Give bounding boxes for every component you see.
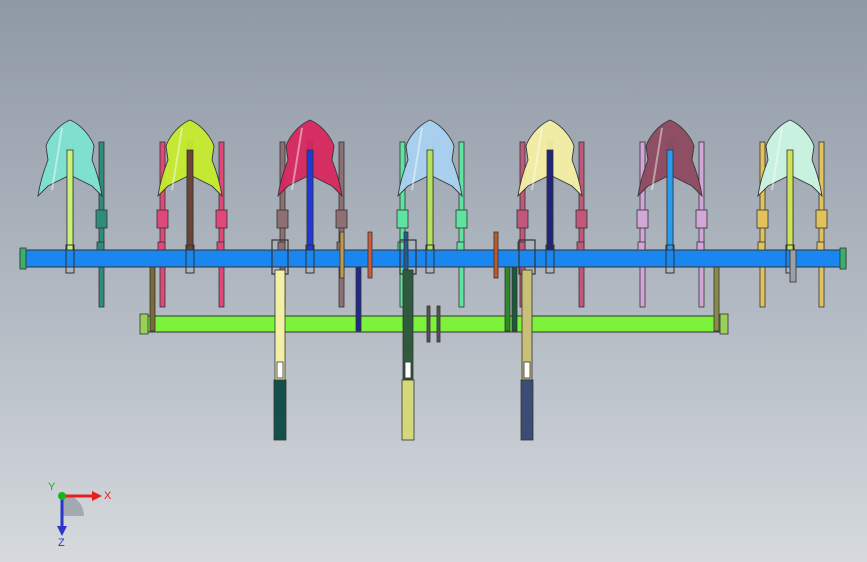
gauge-wheel-3[interactable] (520, 379, 534, 441)
rear-tine-bracket-3[interactable] (276, 209, 289, 229)
shovel-stem-front-1[interactable] (66, 149, 74, 261)
link-pin-right[interactable] (436, 305, 441, 343)
depth-rod-1[interactable] (339, 231, 345, 279)
x-axis-label: X (104, 490, 112, 502)
shovel-stem-front-4[interactable] (426, 149, 434, 261)
gauge-wheel-1[interactable] (273, 379, 287, 441)
rear-tine-bracket-5[interactable] (516, 209, 529, 229)
front-tine-bracket-3[interactable] (335, 209, 348, 229)
front-tine-clamp-1[interactable] (96, 241, 105, 251)
rear-tine-clamp-2[interactable] (157, 241, 166, 251)
front-tine-clamp-4[interactable] (456, 241, 465, 251)
front-tine-clamp-7[interactable] (816, 241, 825, 251)
shovel-stem-front-5[interactable] (546, 149, 554, 261)
y-axis-label: Y (48, 481, 56, 493)
z-axis-arrow-icon (57, 526, 67, 536)
frame-strut-4[interactable] (511, 264, 518, 332)
gauge-wheel-2[interactable] (401, 379, 415, 441)
rear-tine-bracket-7[interactable] (756, 209, 769, 229)
z-axis-label: Z (58, 537, 65, 548)
front-tine-clamp-6[interactable] (696, 241, 705, 251)
shovel-stem-front-6[interactable] (666, 149, 674, 261)
link-pin-left[interactable] (426, 305, 431, 343)
depth-rod-2[interactable] (367, 231, 373, 279)
rear-tine-bracket-2[interactable] (156, 209, 169, 229)
cultivator-assembly-view[interactable] (0, 0, 867, 562)
shovel-stem-front-7[interactable] (786, 149, 794, 261)
beam-end-bolt[interactable] (789, 249, 797, 283)
front-tine-clamp-2[interactable] (216, 241, 225, 251)
shovel-stem-front-2[interactable] (186, 149, 194, 261)
lower-frame-bar[interactable] (142, 315, 726, 333)
depth-rod-3[interactable] (493, 231, 499, 279)
rear-tine-clamp-7[interactable] (757, 241, 766, 251)
y-axis-dot-icon (58, 492, 66, 500)
gauge-wheel-arm-joint-1[interactable] (276, 361, 284, 379)
main-frame-beam[interactable] (19, 249, 847, 268)
rear-tine-bracket-4[interactable] (396, 209, 409, 229)
rear-tine-bracket-6[interactable] (636, 209, 649, 229)
front-tine-bracket-7[interactable] (815, 209, 828, 229)
orientation-triad: X Z Y (48, 481, 112, 548)
front-tine-bracket-5[interactable] (575, 209, 588, 229)
front-tine-clamp-5[interactable] (576, 241, 585, 251)
lower-frame-bar-end-left[interactable] (139, 313, 149, 335)
main-beam-end-cap-right[interactable] (839, 247, 847, 270)
front-tine-bracket-2[interactable] (215, 209, 228, 229)
gauge-wheel-arm-joint-3[interactable] (523, 361, 531, 379)
main-beam-end-cap-left[interactable] (19, 247, 27, 270)
x-axis-arrow-icon (92, 491, 102, 501)
shovel-stem-front-3[interactable] (306, 149, 314, 261)
gauge-wheel-arm-joint-2[interactable] (404, 361, 412, 379)
rear-tine-clamp-6[interactable] (637, 241, 646, 251)
cad-viewport[interactable]: X Z Y (0, 0, 867, 562)
lower-frame-bar-end-right[interactable] (719, 313, 729, 335)
front-tine-bracket-4[interactable] (455, 209, 468, 229)
front-tine-bracket-6[interactable] (695, 209, 708, 229)
frame-strut-1[interactable] (149, 264, 156, 332)
front-tine-bracket-1[interactable] (95, 209, 108, 229)
frame-strut-2[interactable] (355, 264, 362, 332)
frame-strut-5[interactable] (713, 264, 720, 332)
rear-tine-clamp-3[interactable] (277, 241, 286, 251)
frame-strut-3[interactable] (504, 264, 511, 332)
